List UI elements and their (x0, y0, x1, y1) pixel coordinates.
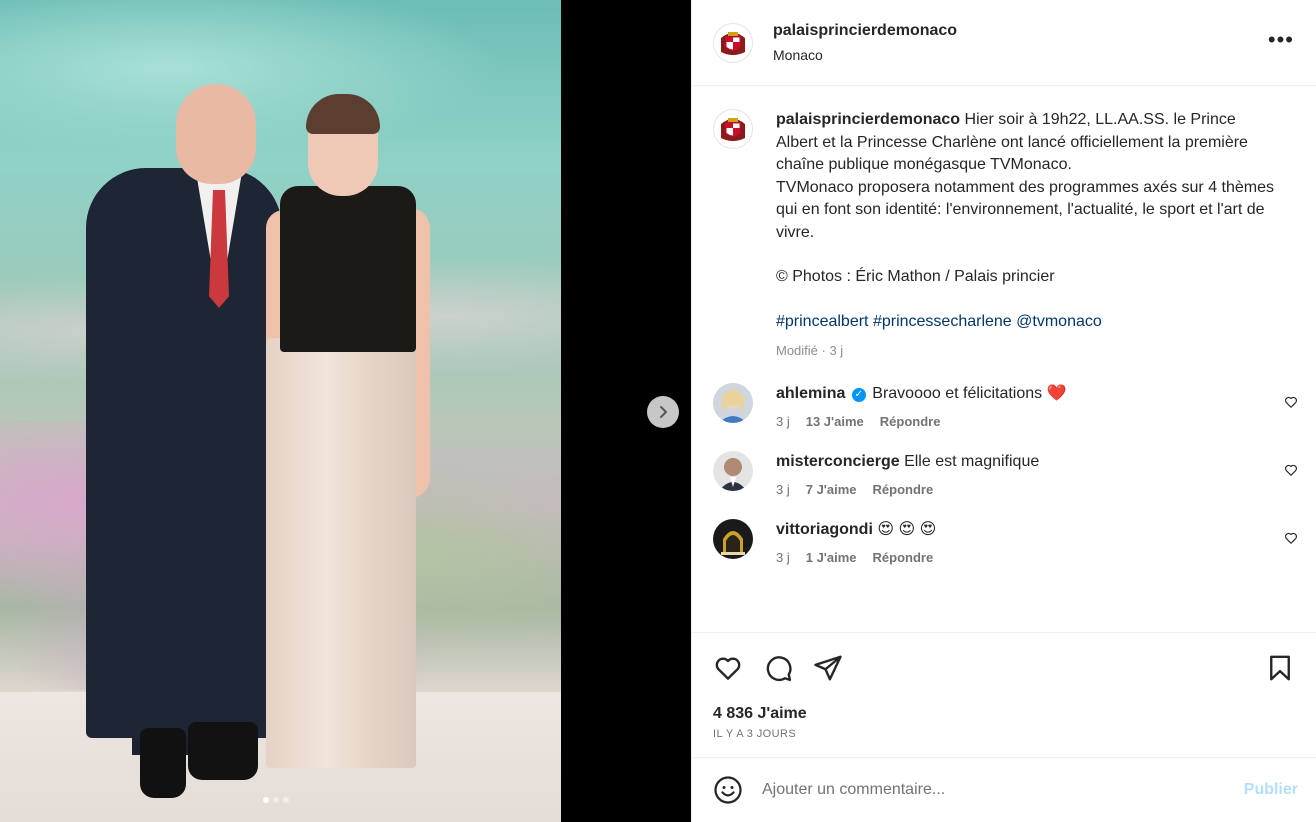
comment-body: misterconcierge Elle est magnifique 3 j … (776, 451, 1039, 497)
reply-button[interactable]: Répondre (873, 482, 934, 497)
caption-username[interactable]: palaisprincierdemonaco (776, 111, 960, 128)
publish-button[interactable]: Publier (1244, 781, 1298, 799)
heart-outline-icon[interactable] (1284, 531, 1298, 545)
comment-item: ahlemina ✓ Bravoooo et félicitations ❤️ … (692, 383, 1316, 429)
caption-paragraph: palaisprincierdemonaco Hier soir à 19h22… (776, 109, 1276, 244)
mention-link[interactable]: @tvmonaco (1016, 313, 1102, 330)
hashtag-link[interactable]: #princessecharlene (873, 313, 1012, 330)
post-photo[interactable] (0, 0, 561, 822)
monaco-crest-icon (721, 31, 745, 55)
comments-section[interactable]: palaisprincierdemonaco Hier soir à 19h22… (692, 86, 1316, 632)
bookmark-icon[interactable] (1265, 653, 1295, 683)
more-options-button[interactable]: ••• (1268, 29, 1294, 51)
commenter-avatar[interactable] (713, 519, 753, 559)
comment-line: vittoriagondi 😍 😍 😍 (776, 519, 949, 541)
share-paper-plane-icon[interactable] (813, 653, 843, 683)
comment-line: misterconcierge Elle est magnifique (776, 451, 1039, 473)
heart-outline-icon[interactable] (1284, 463, 1298, 477)
comment-username[interactable]: ahlemina (776, 385, 845, 402)
photo-man-shoe (140, 728, 186, 798)
carousel-dots (263, 797, 289, 803)
heart-outline-icon[interactable] (1284, 395, 1298, 409)
photo-credit: © Photos : Éric Mathon / Palais princier (776, 268, 1055, 285)
comment-time: 3 j (776, 550, 790, 565)
post-time: IL Y A 3 JOURS (713, 728, 797, 740)
comment-emoji: 😍 😍 😍 (877, 521, 937, 538)
photo-woman-top (280, 186, 416, 352)
reply-button[interactable]: Répondre (873, 550, 934, 565)
photo-backdrop-sky (0, 0, 561, 170)
caption-text: TVMonaco proposera notamment des program… (776, 178, 1275, 241)
like-heart-icon[interactable] (713, 653, 743, 683)
author-avatar[interactable] (713, 109, 753, 149)
verified-badge-icon: ✓ (851, 388, 866, 402)
carousel-dot (283, 797, 289, 803)
comment-bubble-icon[interactable] (763, 653, 793, 683)
monaco-crest-icon (721, 118, 745, 141)
post-caption: palaisprincierdemonaco Hier soir à 19h22… (692, 86, 1316, 358)
post-location[interactable]: Monaco (773, 47, 957, 63)
carousel-dot (273, 797, 279, 803)
comment-username[interactable]: vittoriagondi (776, 521, 873, 538)
hashtag-link[interactable]: #princealbert (776, 313, 869, 330)
comment-time: 3 j (776, 414, 790, 429)
comment-body: ahlemina ✓ Bravoooo et félicitations ❤️ … (776, 383, 1067, 429)
comment-username[interactable]: misterconcierge (776, 453, 900, 470)
comment-item: vittoriagondi 😍 😍 😍 3 j 1 J'aime Répondr… (692, 519, 1316, 565)
photo-woman-trousers (266, 338, 416, 768)
comment-line: ahlemina ✓ Bravoooo et félicitations ❤️ (776, 383, 1067, 405)
header-text: palaisprincierdemonaco Monaco (773, 22, 957, 63)
comment-meta: 3 j 7 J'aime Répondre (776, 482, 1039, 497)
comment-emoji: ❤️ (1046, 385, 1067, 402)
comment-text: Elle est magnifique (904, 453, 1040, 470)
action-icons-row (713, 653, 1295, 683)
comment-time: 3 j (776, 482, 790, 497)
comment-likes[interactable]: 13 J'aime (806, 414, 864, 429)
chevron-right-icon (660, 406, 667, 418)
author-username[interactable]: palaisprincierdemonaco (773, 22, 957, 40)
post-media (0, 0, 691, 822)
caption-body: palaisprincierdemonaco Hier soir à 19h22… (776, 109, 1276, 358)
comment-meta: 3 j 1 J'aime Répondre (776, 550, 949, 565)
author-avatar[interactable] (713, 22, 753, 63)
comment-meta: 3 j 13 J'aime Répondre (776, 414, 1067, 429)
commenter-avatar[interactable] (713, 451, 753, 491)
post-side-panel: palaisprincierdemonaco Monaco ••• palais… (691, 0, 1316, 822)
photo-man-shoe (188, 722, 258, 780)
comment-likes[interactable]: 1 J'aime (806, 550, 857, 565)
comment-likes[interactable]: 7 J'aime (806, 482, 857, 497)
carousel-dot (263, 797, 269, 803)
post-header: palaisprincierdemonaco Monaco ••• (692, 0, 1316, 86)
commenter-avatar[interactable] (713, 383, 753, 423)
like-count[interactable]: 4 836 J'aime (713, 705, 807, 723)
carousel-next-button[interactable] (647, 396, 679, 428)
comment-composer: Publier (692, 757, 1316, 822)
photo-man-suit (86, 168, 282, 738)
comment-body: vittoriagondi 😍 😍 😍 3 j 1 J'aime Répondr… (776, 519, 949, 565)
comment-input[interactable] (762, 781, 1192, 799)
comment-text: Bravoooo et félicitations (872, 385, 1043, 402)
emoji-smiley-icon[interactable] (713, 775, 743, 805)
photo-man-head (176, 84, 256, 184)
comment-item: misterconcierge Elle est magnifique 3 j … (692, 451, 1316, 497)
post-actions: 4 836 J'aime IL Y A 3 JOURS (692, 632, 1316, 757)
caption-edited-time: Modifié · 3 j (776, 343, 844, 358)
caption-tags: #princealbert #princessecharlene @tvmona… (776, 311, 1276, 334)
reply-button[interactable]: Répondre (880, 414, 941, 429)
